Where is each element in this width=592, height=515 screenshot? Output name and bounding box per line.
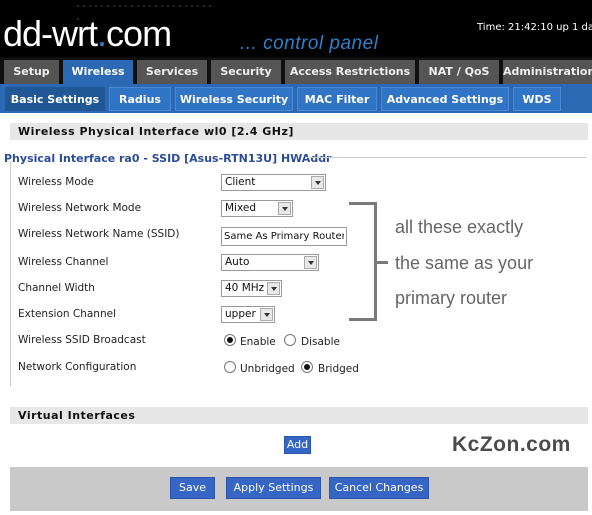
tab-access-restrictions[interactable]: Access Restrictions bbox=[285, 60, 415, 84]
extension-channel-select[interactable]: upper bbox=[221, 306, 275, 323]
annotation-bracket-tick bbox=[377, 261, 388, 264]
ssid-broadcast-enable-radio[interactable] bbox=[224, 334, 236, 346]
section-title-virtual-interfaces: Virtual Interfaces bbox=[10, 407, 588, 424]
extension-channel-value: upper bbox=[225, 308, 256, 320]
uptime-text: Time: 21:42:10 up 1 day bbox=[477, 22, 592, 33]
channel-label: Wireless Channel bbox=[18, 256, 109, 268]
network-config-bridged-label: Bridged bbox=[318, 363, 359, 375]
tab-nat-qos[interactable]: NAT / QoS bbox=[419, 60, 499, 84]
ssid-broadcast-disable-label: Disable bbox=[301, 336, 340, 348]
channel-value: Auto bbox=[225, 256, 250, 268]
tab-services[interactable]: Services bbox=[137, 60, 207, 84]
chevron-down-icon bbox=[304, 256, 317, 269]
ssid-broadcast-label: Wireless SSID Broadcast bbox=[18, 334, 146, 346]
network-config-unbridged-label: Unbridged bbox=[240, 363, 295, 375]
section-title-physical-interface: Wireless Physical Interface wl0 [2.4 GHz… bbox=[10, 123, 588, 140]
tab-wireless[interactable]: Wireless bbox=[63, 60, 133, 84]
channel-width-select[interactable]: 40 MHz bbox=[221, 280, 282, 297]
annotation-line-3: primary router bbox=[395, 288, 508, 308]
network-mode-select[interactable]: Mixed bbox=[221, 200, 293, 217]
channel-width-value: 40 MHz bbox=[225, 282, 265, 294]
tab-security[interactable]: Security bbox=[211, 60, 281, 84]
annotation-line-2: the same as your bbox=[395, 253, 534, 273]
wireless-mode-select[interactable]: Client bbox=[221, 174, 326, 191]
subtab-advanced-settings[interactable]: Advanced Settings bbox=[381, 87, 509, 111]
ssid-label: Wireless Network Name (SSID) bbox=[18, 228, 180, 240]
chevron-down-icon bbox=[278, 202, 291, 215]
annotation-bracket bbox=[349, 202, 377, 321]
save-button[interactable]: Save bbox=[170, 477, 215, 499]
divider bbox=[305, 157, 587, 158]
cancel-changes-button[interactable]: Cancel Changes bbox=[329, 477, 429, 499]
logo-tld: com bbox=[106, 13, 172, 54]
annotation-line-1: all these exactly bbox=[395, 217, 524, 237]
subtab-radius[interactable]: Radius bbox=[109, 87, 171, 111]
subtab-mac-filter[interactable]: MAC Filter bbox=[297, 87, 377, 111]
chevron-down-icon bbox=[311, 176, 324, 189]
sub-tabs: Basic Settings Radius Wireless Security … bbox=[0, 84, 592, 113]
control-panel-title: ... control panel bbox=[240, 33, 379, 54]
chevron-down-icon bbox=[267, 282, 280, 295]
logo-dot: . bbox=[97, 13, 107, 54]
tab-administration[interactable]: Administration bbox=[503, 60, 592, 84]
network-mode-value: Mixed bbox=[225, 202, 256, 214]
network-mode-label: Wireless Network Mode bbox=[18, 202, 142, 214]
watermark: KcZon.com bbox=[452, 433, 571, 456]
ssid-input[interactable] bbox=[221, 227, 347, 246]
subtab-wireless-security[interactable]: Wireless Security bbox=[175, 87, 293, 111]
network-config-bridged-radio[interactable] bbox=[301, 361, 313, 373]
network-config-unbridged-radio[interactable] bbox=[224, 361, 236, 373]
chevron-down-icon bbox=[260, 308, 273, 321]
extension-channel-label: Extension Channel bbox=[18, 308, 116, 320]
header-pattern bbox=[75, 0, 215, 20]
subtab-basic-settings[interactable]: Basic Settings bbox=[5, 87, 105, 111]
main-tabs: Setup Wireless Services Security Access … bbox=[0, 57, 592, 84]
add-virtual-interface-button[interactable]: Add bbox=[284, 436, 311, 454]
apply-settings-button[interactable]: Apply Settings bbox=[226, 477, 321, 499]
wireless-mode-label: Wireless Mode bbox=[18, 176, 94, 188]
logo: dd-wrt.com bbox=[3, 13, 172, 54]
ssid-broadcast-disable-radio[interactable] bbox=[284, 334, 296, 346]
ssid-broadcast-enable-label: Enable bbox=[240, 336, 276, 348]
network-config-label: Network Configuration bbox=[18, 361, 137, 373]
logo-main: dd-wrt bbox=[3, 13, 98, 54]
subtab-wds[interactable]: WDS bbox=[513, 87, 561, 111]
channel-select[interactable]: Auto bbox=[221, 254, 319, 271]
channel-width-label: Channel Width bbox=[18, 282, 95, 294]
wireless-mode-value: Client bbox=[225, 176, 256, 188]
header: dd-wrt.com ... control panel Time: 21:42… bbox=[0, 0, 592, 57]
tab-setup[interactable]: Setup bbox=[4, 60, 59, 84]
